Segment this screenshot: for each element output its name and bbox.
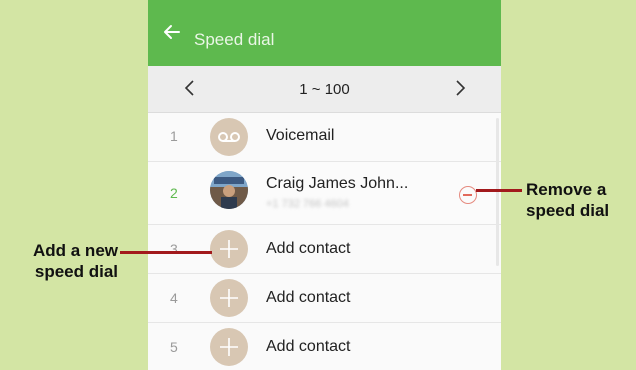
add-callout-line [120,251,212,254]
add-callout: Add a new speed dial [6,240,118,282]
range-pager: 1 ~ 100 [148,66,501,113]
contact-number: +1 732 766 4604 [266,198,349,210]
slot-number: 3 [170,241,178,257]
remove-callout-line1: Remove a [526,180,607,199]
back-arrow-icon[interactable] [162,22,182,42]
add-contact-label: Add contact [266,240,351,257]
add-contact-label: Add contact [266,289,351,306]
chevron-right-icon[interactable] [450,77,470,99]
slot-number: 2 [170,185,178,201]
voicemail-icon [210,118,248,156]
add-icon[interactable] [210,279,248,317]
slot-number: 1 [170,128,178,144]
remove-callout-line2: speed dial [526,201,610,220]
add-callout-line1: Add a new [32,241,118,260]
contact-name: Voicemail [266,127,335,144]
speed-dial-row-3[interactable]: 3 Add contact [148,225,501,274]
range-label: 1 ~ 100 [299,81,350,98]
add-callout-line2: speed dial [34,262,118,281]
speed-dial-row-5[interactable]: 5 Add contact [148,323,501,370]
page-title: Speed dial [194,30,275,49]
speed-dial-row-1[interactable]: 1 Voicemail [148,113,501,162]
contact-photo [210,171,248,209]
contact-name: Craig James John... [266,175,409,192]
remove-icon[interactable] [459,186,477,204]
slot-number: 5 [170,339,178,355]
scroll-indicator [496,118,499,266]
add-icon[interactable] [210,328,248,366]
slot-number: 4 [170,290,178,306]
add-contact-label: Add contact [266,338,351,355]
speed-dial-screen: Speed dial 1 ~ 100 1 Voicemail 2 Craig J… [148,0,501,370]
add-icon[interactable] [210,230,248,268]
speed-dial-row-4[interactable]: 4 Add contact [148,274,501,323]
app-bar: Speed dial [148,0,501,66]
remove-callout-line [476,189,522,192]
remove-callout: Remove a speed dial [526,179,609,221]
speed-dial-row-2[interactable]: 2 Craig James John... +1 732 766 4604 [148,162,501,225]
